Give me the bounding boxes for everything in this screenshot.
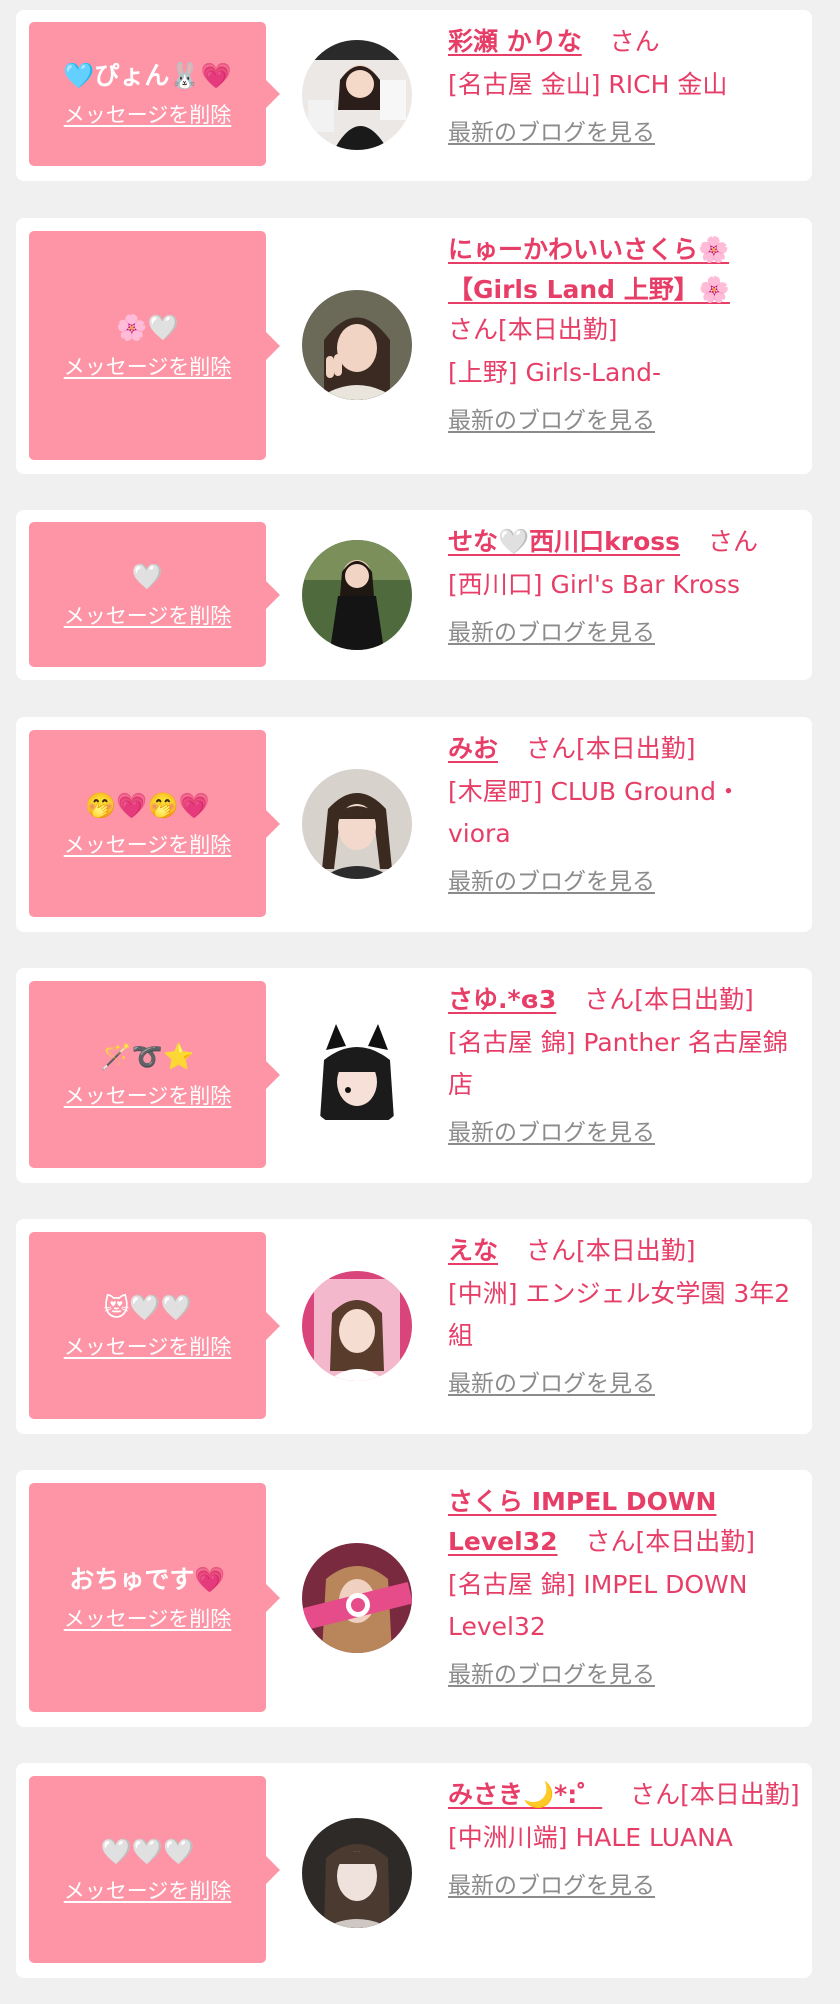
woman-portrait-pink-frame-icon xyxy=(302,1271,412,1381)
cast-info: さゆ.*ɞ3 さん[本日出勤] [名古屋 錦] Panther 名古屋錦店 最新… xyxy=(448,980,802,1150)
message-text: 🪄➰⭐ xyxy=(100,1041,195,1071)
cast-info: 彩瀬 かりな さん [名古屋 金山] RICH 金山 最新のブログを見る xyxy=(448,22,802,150)
cast-info: にゅーかわいいさくら🌸【Girls Land 上野】🌸 さん[本日出勤] [上野… xyxy=(448,230,802,438)
message-bubble: 🤍 メッセージを削除 xyxy=(29,522,280,667)
delete-message-link[interactable]: メッセージを削除 xyxy=(64,101,232,129)
shop-name: [名古屋 金山] RICH 金山 xyxy=(448,70,728,99)
woman-portrait-dark-bg-icon xyxy=(302,1818,412,1928)
avatar[interactable] xyxy=(302,1543,412,1653)
cast-name-link[interactable]: みお xyxy=(448,734,498,763)
avatar[interactable] xyxy=(302,290,412,400)
latest-blog-link[interactable]: 最新のブログを見る xyxy=(448,1116,655,1150)
cast-suffix: さん xyxy=(609,27,660,56)
cast-info: みお さん[本日出勤] [木屋町] CLUB Ground・viora 最新のブ… xyxy=(448,729,802,899)
latest-blog-link[interactable]: 最新のブログを見る xyxy=(448,1658,655,1692)
shop-name: [名古屋 錦] IMPEL DOWN Level32 xyxy=(448,1570,748,1641)
cast-suffix: さん xyxy=(707,527,758,556)
avatar[interactable] xyxy=(302,1271,412,1381)
delete-message-link[interactable]: メッセージを削除 xyxy=(64,602,232,630)
cast-suffix: さん[本日出勤] xyxy=(525,1236,696,1265)
shop-name: [中洲川端] HALE LUANA xyxy=(448,1823,733,1852)
message-bubble: 🤍🤍🤍 メッセージを削除 xyxy=(29,1776,280,1963)
message-text: 🌸🤍 xyxy=(116,312,179,342)
delete-message-link[interactable]: メッセージを削除 xyxy=(64,1877,232,1905)
cast-suffix: さん[本日出勤] xyxy=(630,1780,800,1809)
latest-blog-link[interactable]: 最新のブログを見る xyxy=(448,1367,655,1401)
shop-name: [上野] Girls-Land- xyxy=(448,358,662,387)
message-card: 😻🤍🤍 メッセージを削除 えな さん[本日出勤] [中洲] エンジェル女学園 3… xyxy=(16,1219,812,1434)
cast-suffix: さん[本日出勤] xyxy=(525,734,696,763)
message-bubble: 🌸🤍 メッセージを削除 xyxy=(29,231,280,460)
latest-blog-link[interactable]: 最新のブログを見る xyxy=(448,865,655,899)
delete-message-link[interactable]: メッセージを削除 xyxy=(64,1333,232,1361)
cast-name-link[interactable]: みさき🌙*:゜ xyxy=(448,1780,602,1809)
delete-message-link[interactable]: メッセージを削除 xyxy=(64,1082,232,1110)
latest-blog-link[interactable]: 最新のブログを見る xyxy=(448,616,655,650)
avatar[interactable] xyxy=(302,769,412,879)
woman-portrait-standing-icon xyxy=(302,540,412,650)
message-text: 🩵ぴょん🐰💗 xyxy=(63,61,232,90)
message-card: 🪄➰⭐ メッセージを削除 さゆ.*ɞ3 さん[本日出勤] [名古屋 錦] Pan… xyxy=(16,968,812,1183)
shop-name: [西川口] Girl's Bar Kross xyxy=(448,570,741,599)
cast-name-link[interactable]: にゅーかわいいさくら🌸【Girls Land 上野】🌸 xyxy=(448,235,730,304)
cast-suffix: さん[本日出勤] xyxy=(585,1527,755,1556)
woman-portrait-bunny-poster-icon xyxy=(302,40,412,150)
message-card: おちゅです💗 メッセージを削除 さくら IMPEL DOWN Level32 さ… xyxy=(16,1470,812,1727)
cast-name-link[interactable]: 彩瀬 かりな xyxy=(448,27,582,56)
message-bubble: 🪄➰⭐ メッセージを削除 xyxy=(29,981,280,1168)
avatar[interactable] xyxy=(302,40,412,150)
message-text: 😻🤍🤍 xyxy=(103,1292,192,1322)
shop-name: [中洲] エンジェル女学園 3年2組 xyxy=(448,1279,791,1350)
delete-message-link[interactable]: メッセージを削除 xyxy=(64,1605,232,1633)
cast-suffix: さん[本日出勤] xyxy=(584,985,754,1014)
avatar[interactable] xyxy=(302,1020,412,1130)
cast-info: えな さん[本日出勤] [中洲] エンジェル女学園 3年2組 最新のブログを見る xyxy=(448,1231,802,1401)
message-bubble: 😻🤍🤍 メッセージを削除 xyxy=(29,1232,280,1419)
latest-blog-link[interactable]: 最新のブログを見る xyxy=(448,116,655,150)
avatar[interactable] xyxy=(302,540,412,650)
cast-name-link[interactable]: せな🤍西川口kross xyxy=(448,527,680,556)
shop-name: [名古屋 錦] Panther 名古屋錦店 xyxy=(448,1028,788,1099)
message-bubble: 🩵ぴょん🐰💗 メッセージを削除 xyxy=(29,22,280,166)
message-card: 🤍🤍🤍 メッセージを削除 みさき🌙*:゜ さん[本日出勤] [中洲川端] HAL… xyxy=(16,1763,812,1978)
cast-suffix: さん[本日出勤] xyxy=(448,315,618,344)
cast-info: みさき🌙*:゜ さん[本日出勤] [中洲川端] HALE LUANA 最新のブロ… xyxy=(448,1775,802,1903)
cast-name-link[interactable]: えな xyxy=(448,1236,498,1265)
latest-blog-link[interactable]: 最新のブログを見る xyxy=(448,404,655,438)
message-text: おちゅです💗 xyxy=(69,1564,226,1594)
delete-message-link[interactable]: メッセージを削除 xyxy=(64,353,232,381)
cast-name-link[interactable]: さゆ.*ɞ3 xyxy=(448,985,556,1014)
message-text: 🤭💗🤭💗 xyxy=(85,790,210,820)
woman-portrait-cat-ears-icon xyxy=(302,1020,412,1130)
delete-message-link[interactable]: メッセージを削除 xyxy=(64,831,232,859)
message-card: 🤍 メッセージを削除 せな🤍西川口kross さん [西川口] Girl's B… xyxy=(16,510,812,680)
message-card: 🤭💗🤭💗 メッセージを削除 みお さん[本日出勤] [木屋町] CLUB Gro… xyxy=(16,717,812,932)
message-list: 🩵ぴょん🐰💗 メッセージを削除 彩瀬 かりな さん [名古屋 金山] RICH … xyxy=(0,0,840,2004)
cast-info: さくら IMPEL DOWN Level32 さん[本日出勤] [名古屋 錦] … xyxy=(448,1482,802,1692)
woman-portrait-twin-braids-icon xyxy=(302,769,412,879)
cast-info: せな🤍西川口kross さん [西川口] Girl's Bar Kross 最新… xyxy=(448,522,802,650)
message-text: 🤍🤍🤍 xyxy=(100,1836,195,1866)
latest-blog-link[interactable]: 最新のブログを見る xyxy=(448,1869,655,1903)
woman-portrait-peace-sign-icon xyxy=(302,290,412,400)
shop-name: [木屋町] CLUB Ground・viora xyxy=(448,777,741,848)
woman-portrait-pink-badge-icon xyxy=(302,1543,412,1653)
message-card: 🌸🤍 メッセージを削除 にゅーかわいいさくら🌸【Girls Land 上野】🌸 … xyxy=(16,218,812,474)
message-bubble: おちゅです💗 メッセージを削除 xyxy=(29,1483,280,1712)
message-bubble: 🤭💗🤭💗 メッセージを削除 xyxy=(29,730,280,917)
message-card: 🩵ぴょん🐰💗 メッセージを削除 彩瀬 かりな さん [名古屋 金山] RICH … xyxy=(16,10,812,181)
avatar[interactable] xyxy=(302,1818,412,1928)
message-text: 🤍 xyxy=(131,561,164,591)
